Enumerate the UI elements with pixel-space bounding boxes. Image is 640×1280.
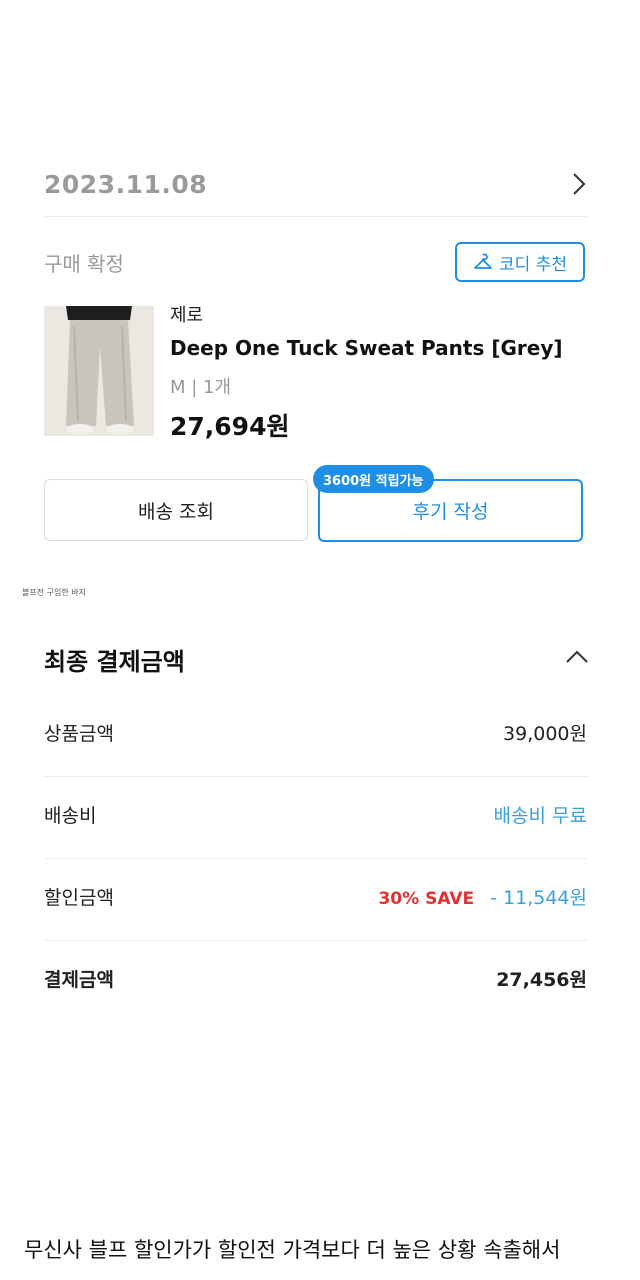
reward-badge: 3600원 적립가능 [313, 465, 434, 493]
discount-value: - 11,544원 [490, 887, 587, 909]
shipping-fee-value: 배송비 무료 [493, 805, 587, 827]
post-caption: 무신사 블프 할인가가 할인전 가격보다 더 높은 상황 속출해서 [24, 1238, 561, 1262]
total-payment-value: 27,456원 [496, 969, 587, 991]
order-date: 2023.11.08 [44, 170, 208, 199]
track-shipping-button[interactable]: 배송 조회 [44, 479, 308, 541]
divider [44, 216, 588, 217]
product-option: M | 1개 [170, 377, 232, 398]
divider [44, 858, 588, 859]
discount-amount-value: 30% SAVE - 11,544원 [378, 883, 587, 910]
total-payment-label: 결제금액 [44, 969, 114, 991]
chevron-right-icon[interactable] [565, 170, 593, 198]
product-amount-label: 상품금액 [44, 723, 114, 745]
save-percent-badge: 30% SAVE [378, 889, 475, 909]
product-image[interactable] [44, 306, 154, 436]
divider [44, 940, 588, 941]
image-caption: 블프전 구입한 바지 [22, 588, 86, 597]
chevron-up-icon[interactable] [563, 643, 591, 671]
product-name[interactable]: Deep One Tuck Sweat Pants [Grey] [170, 336, 563, 360]
shipping-fee-label: 배송비 [44, 805, 97, 827]
hanger-icon [474, 253, 492, 269]
divider [44, 776, 588, 777]
product-price: 27,694원 [170, 412, 290, 441]
codi-button-label: 코디 추천 [499, 254, 567, 275]
product-brand[interactable]: 제로 [170, 301, 203, 327]
product-amount-value: 39,000원 [503, 723, 587, 745]
codi-recommend-button[interactable]: 코디 추천 [455, 242, 585, 282]
discount-amount-label: 할인금액 [44, 887, 114, 909]
payment-section-title: 최종 결제금액 [44, 648, 185, 676]
order-status: 구매 확정 [44, 252, 124, 276]
